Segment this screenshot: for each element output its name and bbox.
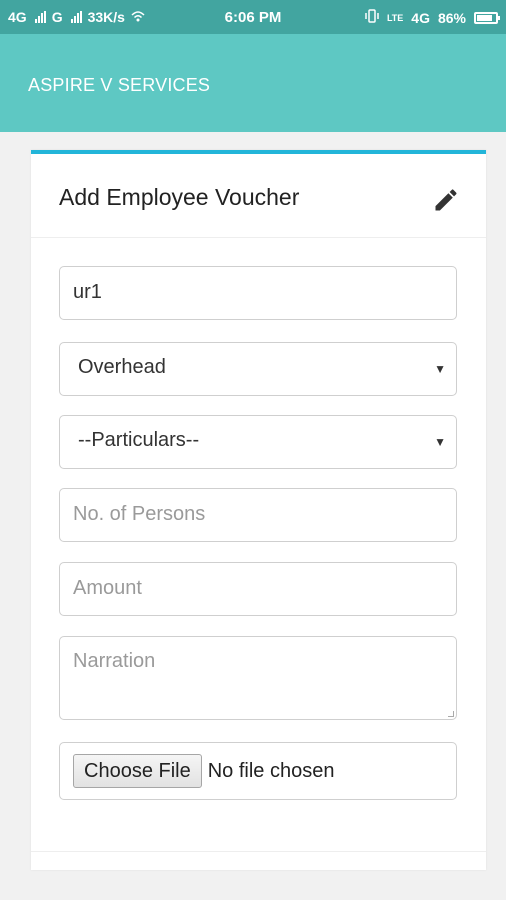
file-upload-field: Choose File No file chosen — [59, 742, 457, 800]
status-bar: 4G G 33K/s 6:06 PM LTE 4G 86% — [0, 0, 506, 34]
amount-placeholder: Amount — [73, 577, 142, 599]
app-bar: ASPIRE V SERVICES — [0, 34, 506, 132]
category-selected-value: Overhead — [78, 356, 166, 378]
battery-fill — [477, 14, 493, 21]
network-type-label-3: 4G — [411, 9, 430, 26]
lte-label: LTE — [386, 12, 404, 23]
persons-input[interactable]: No. of Persons — [59, 488, 457, 542]
particulars-selected-value: --Particulars-- — [78, 429, 200, 451]
app-title: ASPIRE V SERVICES — [28, 75, 211, 95]
battery-icon — [474, 11, 500, 24]
particulars-select[interactable]: --Particulars-- ▼ — [59, 415, 457, 469]
choose-file-button[interactable]: Choose File — [73, 754, 202, 788]
voucher-form-card: Add Employee Voucher ur1 Overhead ▼ --Pa… — [31, 150, 486, 870]
status-right: LTE 4G 86% — [365, 9, 500, 26]
category-select[interactable]: Overhead ▼ — [59, 342, 457, 396]
dropdown-caret-icon: ▼ — [434, 435, 446, 449]
form-heading: Add Employee Voucher — [59, 184, 300, 210]
amount-input[interactable]: Amount — [59, 562, 457, 616]
battery-percent: 86% — [437, 9, 466, 26]
dropdown-caret-icon: ▼ — [434, 362, 446, 376]
user-field[interactable]: ur1 — [59, 266, 457, 320]
narration-placeholder: Narration — [73, 650, 156, 672]
resize-handle[interactable] — [448, 711, 454, 717]
card-footer-divider — [31, 851, 486, 852]
vibrate-icon — [365, 9, 379, 26]
file-status-text: No file chosen — [207, 759, 335, 782]
persons-placeholder: No. of Persons — [73, 503, 206, 525]
user-value: ur1 — [73, 281, 102, 303]
edit-icon[interactable] — [432, 186, 460, 214]
card-header: Add Employee Voucher — [31, 154, 486, 238]
narration-textarea[interactable]: Narration — [59, 636, 457, 720]
